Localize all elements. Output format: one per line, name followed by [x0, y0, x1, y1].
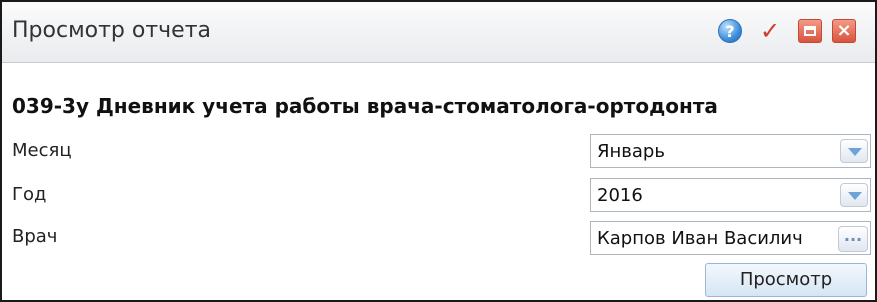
month-label: Месяц [12, 140, 72, 161]
help-icon[interactable]: ? [718, 19, 742, 43]
close-icon[interactable]: × [832, 19, 856, 43]
year-select[interactable]: 2016 [590, 178, 871, 212]
month-value: Январь [597, 141, 665, 162]
lookup-button[interactable]: ... [838, 226, 868, 252]
chevron-down-icon[interactable] [840, 139, 868, 163]
check-icon[interactable]: ✓ [758, 19, 782, 43]
title-bar: Просмотр отчета ? ✓ × [2, 2, 875, 63]
year-label: Год [12, 184, 47, 205]
doctor-value: Карпов Иван Василич [597, 228, 803, 249]
month-select[interactable]: Январь [590, 134, 871, 168]
doctor-label: Врач [12, 226, 58, 247]
report-title: 039-3у Дневник учета работы врача-стомат… [12, 94, 718, 118]
window-title: Просмотр отчета [12, 18, 211, 43]
view-button[interactable]: Просмотр [705, 263, 867, 297]
year-value: 2016 [597, 185, 643, 206]
chevron-down-icon[interactable] [840, 183, 868, 207]
doctor-field[interactable]: Карпов Иван Василич ... [590, 221, 871, 255]
report-view-window: Просмотр отчета ? ✓ × 039-3у Дневник уче… [0, 0, 877, 302]
minimize-icon[interactable] [798, 19, 822, 43]
